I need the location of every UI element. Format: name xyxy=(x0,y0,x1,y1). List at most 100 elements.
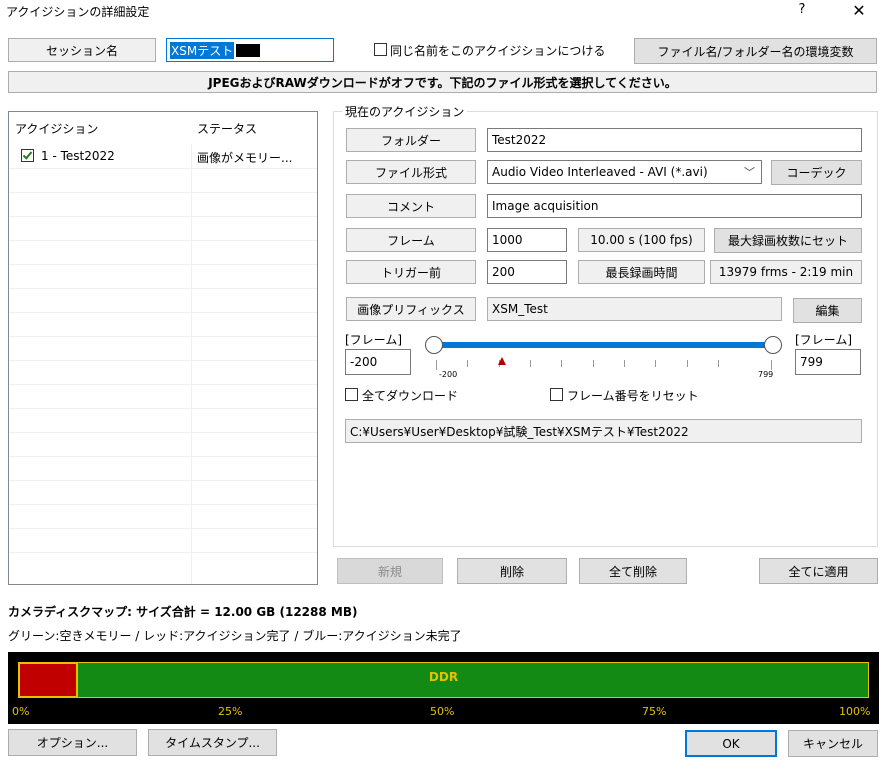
row-divider xyxy=(9,456,317,457)
set-max-frames-button[interactable]: 最大録画枚数にセット xyxy=(714,228,862,253)
download-all-label: 全てダウンロード xyxy=(362,389,459,403)
row-divider xyxy=(9,528,317,529)
reset-frame-number-checkbox[interactable] xyxy=(550,388,563,401)
row-divider xyxy=(9,552,317,553)
row-divider xyxy=(9,432,317,433)
slider-min-label: -200 xyxy=(439,370,458,379)
session-name-text: XSMテスト xyxy=(170,41,235,59)
slider-tick xyxy=(718,360,719,367)
frames-label: フレーム xyxy=(346,228,476,252)
slider-max-label: 799 xyxy=(758,370,774,379)
folder-input[interactable]: Test2022 xyxy=(487,128,862,152)
close-icon[interactable]: ✕ xyxy=(848,1,870,20)
row-divider xyxy=(9,264,317,265)
range-slider-start-thumb[interactable] xyxy=(425,336,443,354)
save-path-field: C:¥Users¥User¥Desktop¥試験_Test¥XSMテスト¥Tes… xyxy=(345,419,862,443)
disk-map: DDR 0% 25% 50% 75% 100% xyxy=(8,652,879,724)
acquisition-list[interactable]: アクイジション ステータス 1 - Test2022 画像がメモリー... xyxy=(8,111,318,585)
frames-time-readout: 10.00 s (100 fps) xyxy=(578,228,705,252)
tick-label-25: 25% xyxy=(218,705,243,718)
col-header-status: ステータス xyxy=(197,122,258,136)
slider-tick xyxy=(771,360,772,370)
comment-label: コメント xyxy=(346,194,476,218)
tick-label-75: 75% xyxy=(642,705,667,718)
ok-button[interactable]: OK xyxy=(685,730,777,757)
row-divider xyxy=(9,192,317,193)
same-name-label: 同じ名前をこのアクイジションにつける xyxy=(390,44,606,58)
row-divider xyxy=(9,504,317,505)
row-divider xyxy=(9,216,317,217)
ddr-label: DDR xyxy=(428,670,459,684)
row-divider xyxy=(9,168,317,169)
acquisition-name: 1 - Test2022 xyxy=(41,149,115,163)
format-warning-banner: JPEGおよびRAWダウンロードがオフです。下記のファイル形式を選択してください… xyxy=(8,71,877,93)
row-divider xyxy=(9,408,317,409)
acquisition-status: 画像がメモリー... xyxy=(197,151,293,165)
current-acquisition-title: 現在のアクイジション xyxy=(342,103,468,120)
checkmark-icon xyxy=(22,151,33,160)
row-divider xyxy=(9,384,317,385)
row-divider xyxy=(9,480,317,481)
codec-button[interactable]: コーデック xyxy=(771,160,862,185)
row-divider xyxy=(9,288,317,289)
max-record-time-value: 13979 frms - 2:19 min xyxy=(710,260,862,284)
image-prefix-input[interactable]: XSM_Test xyxy=(487,297,782,321)
range-slider-track[interactable] xyxy=(437,342,773,348)
cancel-button[interactable]: キャンセル xyxy=(788,730,878,757)
row-divider xyxy=(9,312,317,313)
help-button[interactable]: ? xyxy=(792,2,812,17)
edit-prefix-button[interactable]: 編集 xyxy=(793,298,862,323)
env-variables-button[interactable]: ファイル名/フォルダー名の環境変数 xyxy=(634,38,877,64)
session-name-input[interactable]: XSMテスト xyxy=(166,38,334,62)
options-button[interactable]: オプション... xyxy=(8,729,137,756)
col-header-acquisition: アクイジション xyxy=(15,122,99,136)
apply-all-button[interactable]: 全てに適用 xyxy=(759,558,878,584)
diskmap-title: カメラディスクマップ: サイズ合計 = 12.00 GB (12288 MB) xyxy=(8,605,358,619)
file-format-label: ファイル形式 xyxy=(346,160,476,184)
download-all-checkbox[interactable] xyxy=(345,388,358,401)
diskmap-legend: グリーン:空きメモリー / レッド:アクイジション完了 / ブルー:アクイジショ… xyxy=(8,629,462,643)
range-slider-end-thumb[interactable] xyxy=(764,336,782,354)
slider-tick xyxy=(530,360,531,367)
reset-frame-number-label: フレーム番号をリセット xyxy=(567,389,699,403)
frames-input[interactable]: 1000 xyxy=(487,228,567,252)
session-name-label: セッション名 xyxy=(8,38,156,62)
timestamp-button[interactable]: タイムスタンプ... xyxy=(148,729,277,756)
file-format-select[interactable]: Audio Video Interleaved - AVI (*.avi) ﹀ xyxy=(487,160,762,184)
pretrigger-label: トリガー前 xyxy=(346,260,476,284)
chevron-down-icon: ﹀ xyxy=(744,166,755,179)
max-record-time-label: 最長録画時間 xyxy=(578,260,705,284)
tick-label-0: 0% xyxy=(12,705,30,718)
tick-label-100: 100% xyxy=(839,705,871,718)
slider-tick xyxy=(593,360,594,367)
row-divider xyxy=(9,336,317,337)
slider-tick xyxy=(467,360,468,367)
delete-button[interactable]: 削除 xyxy=(457,558,567,584)
slider-tick xyxy=(436,360,437,370)
range-end-label: [フレーム] xyxy=(795,333,853,347)
new-button[interactable]: 新規 xyxy=(337,558,443,584)
redacted-block xyxy=(236,43,261,57)
same-name-checkbox[interactable] xyxy=(374,43,387,56)
range-end-input[interactable]: 799 xyxy=(795,349,861,375)
slider-tick xyxy=(624,360,625,367)
slider-tick xyxy=(655,360,656,367)
tick-label-50: 50% xyxy=(430,705,455,718)
pretrigger-input[interactable]: 200 xyxy=(487,260,567,284)
row-divider xyxy=(9,360,317,361)
list-item[interactable]: 1 - Test2022 画像がメモリー... xyxy=(9,144,317,168)
image-prefix-label: 画像プリフィックス xyxy=(346,297,476,321)
slider-tick xyxy=(687,360,688,367)
window-title: アクイジションの詳細設定 xyxy=(6,5,150,19)
folder-label: フォルダー xyxy=(346,128,476,152)
trigger-marker-icon xyxy=(498,357,506,365)
acquisition-checkbox[interactable] xyxy=(21,149,34,162)
range-start-input[interactable]: -200 xyxy=(345,349,411,375)
row-divider xyxy=(9,240,317,241)
delete-all-button[interactable]: 全て削除 xyxy=(579,558,687,584)
column-divider xyxy=(191,144,192,584)
slider-tick xyxy=(561,360,562,367)
comment-input[interactable]: Image acquisition xyxy=(487,194,862,218)
file-format-value: Audio Video Interleaved - AVI (*.avi) xyxy=(492,165,708,179)
range-start-label: [フレーム] xyxy=(345,333,403,347)
